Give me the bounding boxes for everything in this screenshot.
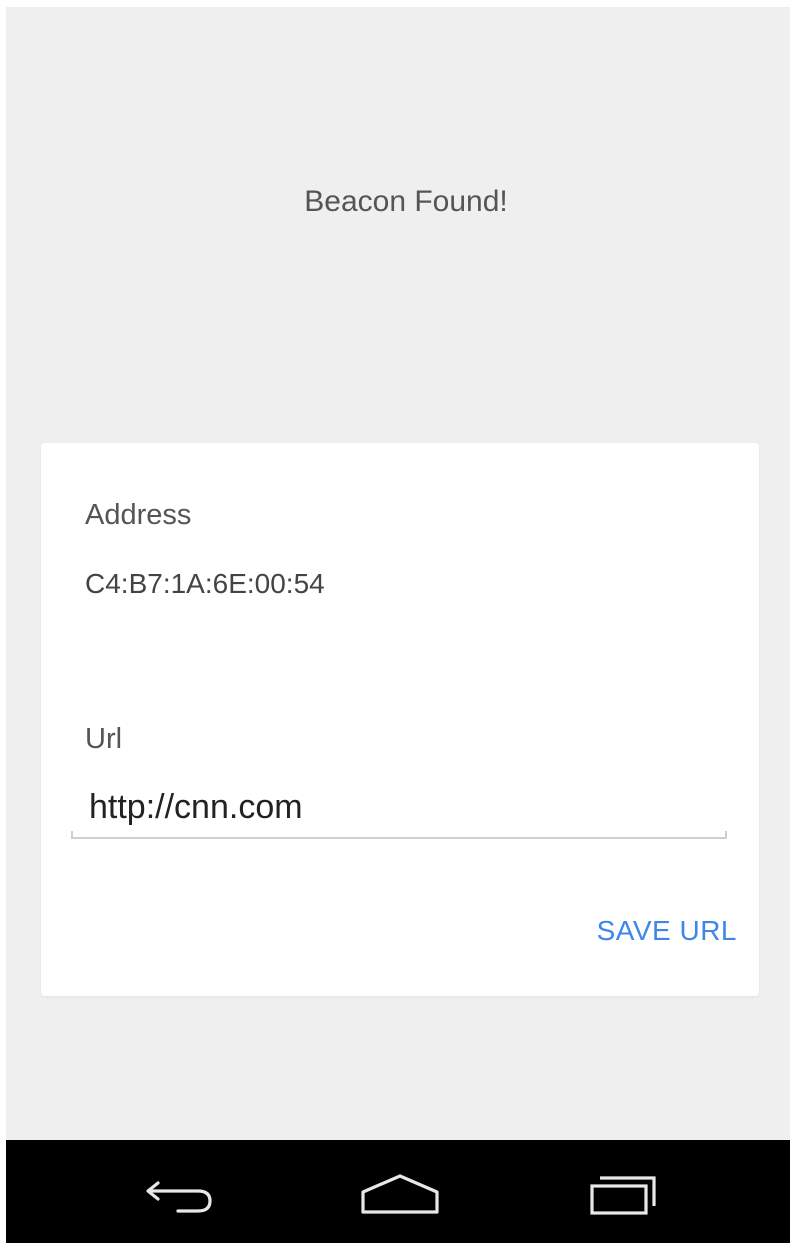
home-button[interactable] <box>352 1168 448 1218</box>
recents-button[interactable] <box>574 1168 670 1218</box>
url-input-underline <box>71 831 727 839</box>
home-icon <box>361 1174 439 1214</box>
save-url-button[interactable]: SAVE URL <box>597 915 737 947</box>
back-button[interactable] <box>132 1168 228 1218</box>
url-input[interactable] <box>71 779 727 835</box>
back-arrow-icon <box>146 1181 212 1213</box>
beacon-status-title: Beacon Found! <box>304 185 508 218</box>
beacon-card: Address C4:B7:1A:6E:00:54 Url SAVE URL <box>41 443 759 996</box>
screen: Beacon Found! Address C4:B7:1A:6E:00:54 … <box>6 7 790 1243</box>
recents-icon <box>590 1176 656 1215</box>
address-value: C4:B7:1A:6E:00:54 <box>85 568 325 599</box>
url-label: Url <box>85 723 123 755</box>
navigation-bar <box>6 1140 790 1243</box>
address-label: Address <box>85 499 192 531</box>
